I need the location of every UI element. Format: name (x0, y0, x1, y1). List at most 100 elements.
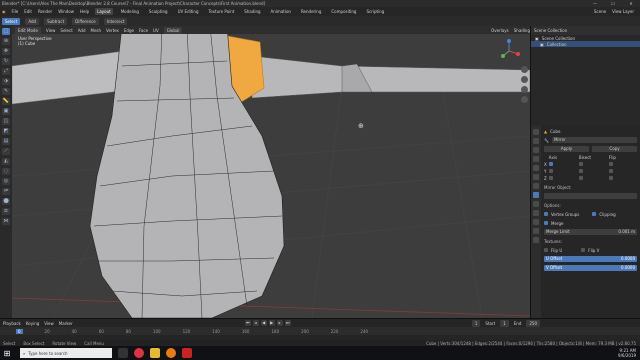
viewport-menu-view[interactable]: View (46, 28, 56, 33)
shrink-fatten-icon[interactable]: ⬤ (2, 198, 10, 205)
tab-uv-editing[interactable]: UV Editing (176, 8, 201, 15)
cursor-icon[interactable]: ⊕ (2, 38, 10, 45)
output-tab-icon[interactable] (533, 147, 539, 153)
timeline-menu-view[interactable]: View (44, 321, 54, 326)
viewport-menu-mesh[interactable]: Mesh (91, 28, 102, 33)
physics-tab-icon[interactable] (533, 210, 539, 216)
transform-orientation-dropdown[interactable]: Global (163, 26, 183, 34)
material-tab-icon[interactable] (533, 237, 539, 243)
merge-checkbox[interactable] (544, 221, 548, 225)
jump-start-icon[interactable]: ⏮ (244, 320, 251, 326)
overlays-dropdown[interactable]: Overlays (491, 28, 509, 33)
apply-button[interactable]: Apply (544, 146, 589, 152)
flip-z-checkbox[interactable] (608, 176, 613, 180)
flip-u-checkbox[interactable] (544, 248, 548, 252)
view-layer-tab-icon[interactable] (533, 156, 539, 162)
spin-icon[interactable]: ◌ (2, 168, 10, 175)
bisect-x-checkbox[interactable] (578, 162, 583, 166)
scene-tab-icon[interactable] (533, 165, 539, 171)
pan-icon[interactable] (521, 76, 528, 83)
tab-rendering[interactable]: Rendering (299, 8, 323, 15)
knife-icon[interactable]: ⟋ (2, 148, 10, 155)
mesh-render[interactable] (12, 26, 530, 318)
axis-x-checkbox[interactable] (548, 162, 553, 166)
select-mode-difference-button[interactable]: Difference (72, 17, 99, 25)
bevel-icon[interactable]: ◩ (2, 128, 10, 135)
scene-selector[interactable]: Scene (594, 9, 606, 14)
merge-limit-field[interactable]: Merge Limit 0.001 m (544, 229, 637, 235)
select-mode-extend-button[interactable]: Add (25, 17, 40, 25)
timeline-ruler[interactable]: 0 20 40 60 80 100 120 140 160 180 200 22… (0, 327, 640, 335)
vertex-groups-checkbox[interactable] (544, 212, 548, 216)
inset-icon[interactable]: ◫ (2, 118, 10, 125)
v-offset-field[interactable]: V Offset 0.0000 (544, 265, 637, 271)
start-frame-field[interactable]: 1 (500, 319, 509, 327)
object-tab-icon[interactable] (533, 183, 539, 189)
outliner-row[interactable]: ▣ Collection (531, 41, 640, 47)
viewport-menu-add[interactable]: Add (78, 28, 86, 33)
viewport-menu-vertex[interactable]: Vertex (106, 28, 119, 33)
select-mode-new-button[interactable]: Select (2, 17, 21, 25)
system-tray-clock[interactable]: 9:21 AM 9/6/2019 (618, 348, 636, 358)
smooth-icon[interactable]: ◎ (2, 178, 10, 185)
flip-y-checkbox[interactable] (608, 169, 613, 173)
mode-dropdown[interactable]: Edit Mode (15, 26, 41, 34)
annotate-icon[interactable]: ✎ (2, 88, 10, 95)
flip-v-checkbox[interactable] (581, 248, 586, 252)
data-tab-icon[interactable] (533, 228, 539, 234)
play-reverse-icon[interactable]: ◀ (260, 320, 267, 326)
select-mode-subtract-button[interactable]: Subtract (44, 17, 68, 25)
next-key-icon[interactable]: ▸ (276, 320, 283, 326)
menu-help[interactable]: Help (80, 9, 89, 14)
particles-tab-icon[interactable] (533, 201, 539, 207)
extrude-icon[interactable]: ▣ (2, 108, 10, 115)
tab-shading[interactable]: Shading (242, 8, 262, 15)
task-view-icon[interactable] (118, 348, 128, 358)
windows-start-icon[interactable]: ⊞ (0, 346, 14, 360)
world-tab-icon[interactable] (533, 174, 539, 180)
mirror-object-field[interactable] (544, 193, 637, 199)
taskbar-search-box[interactable]: ⌕ Type here to search (20, 348, 112, 358)
current-frame-field[interactable]: 1 (471, 319, 481, 327)
u-offset-field[interactable]: U Offset 0.0000 (544, 256, 637, 262)
viewport-menu-edge[interactable]: Edge (124, 28, 134, 33)
menu-window[interactable]: Window (58, 9, 74, 14)
transform-icon[interactable]: ⬗ (2, 78, 10, 85)
tab-compositing[interactable]: Compositing (329, 8, 358, 15)
timeline-menu-marker[interactable]: Marker (59, 321, 73, 326)
move-icon[interactable]: ✥ (2, 48, 10, 55)
viewport-menu-face[interactable]: Face (139, 28, 148, 33)
viewport-menu-select[interactable]: Select (60, 28, 72, 33)
minimize-button[interactable]: — (586, 1, 604, 6)
3d-cursor-icon[interactable]: ⊕ (358, 122, 364, 130)
tab-scripting[interactable]: Scripting (364, 8, 386, 15)
clipping-checkbox[interactable] (592, 212, 597, 216)
select-mode-intersect-button[interactable]: Intersect (103, 17, 128, 25)
modifier-tab-icon[interactable] (533, 192, 539, 198)
close-button[interactable]: ✕ (622, 1, 640, 6)
zoom-icon[interactable] (521, 66, 528, 73)
jump-end-icon[interactable]: ⏭ (284, 320, 291, 326)
menu-render[interactable]: Render (38, 9, 52, 14)
prev-key-icon[interactable]: ◂ (252, 320, 259, 326)
tab-animation[interactable]: Animation (269, 8, 293, 15)
modifier-name-field[interactable]: Mirror (551, 137, 637, 143)
tool-tab-icon[interactable] (533, 129, 539, 135)
camera-icon[interactable] (521, 86, 528, 93)
view-layer-selector[interactable]: View Layer (612, 9, 634, 14)
menu-file[interactable]: File (12, 9, 19, 14)
bisect-y-checkbox[interactable] (578, 169, 583, 173)
viewport-menu-uv[interactable]: UV (153, 28, 159, 33)
rotate-icon[interactable]: ↻ (2, 58, 10, 65)
maximize-button[interactable]: ☐ (604, 1, 622, 6)
constraints-tab-icon[interactable] (533, 219, 539, 225)
select-box-icon[interactable]: ⬚ (2, 28, 10, 35)
rip-region-icon[interactable]: ⋈ (2, 218, 10, 225)
copy-button[interactable]: Copy (592, 146, 637, 152)
menu-edit[interactable]: Edit (24, 9, 32, 14)
edge-slide-icon[interactable]: ⇌ (2, 188, 10, 195)
axis-z-checkbox[interactable] (548, 176, 553, 180)
perspective-toggle-icon[interactable] (521, 96, 528, 103)
flip-x-checkbox[interactable] (608, 162, 613, 166)
recording-app-icon[interactable] (182, 348, 192, 358)
